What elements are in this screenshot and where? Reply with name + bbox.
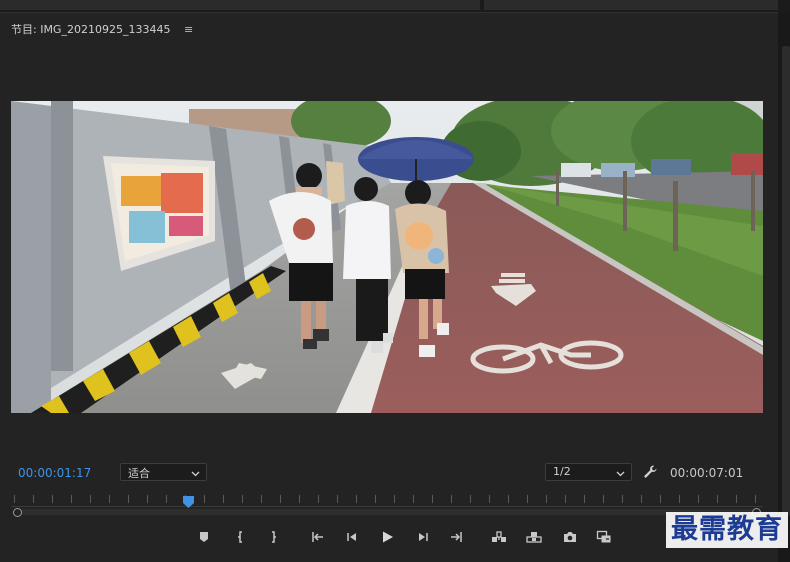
- ruler-tick: [432, 495, 433, 503]
- ruler-tick: [451, 495, 452, 503]
- ruler-tick: [318, 495, 319, 503]
- zoom-scroll-bar[interactable]: [17, 509, 757, 515]
- ruler-tick: [299, 495, 300, 503]
- ruler-tick: [717, 495, 718, 503]
- ruler-tick: [356, 495, 357, 503]
- mark-out-icon: [272, 531, 276, 543]
- ruler-tick: [508, 495, 509, 503]
- go-to-in-button[interactable]: [307, 526, 329, 548]
- play-icon: [383, 531, 393, 543]
- export-frame-button[interactable]: [559, 526, 581, 548]
- zoom-handle-start[interactable]: [13, 508, 22, 517]
- ruler-baseline: [11, 506, 763, 507]
- ruler-tick: [584, 495, 585, 503]
- overwrite-button[interactable]: [523, 526, 545, 548]
- ruler-tick: [565, 495, 566, 503]
- ruler-tick: [242, 495, 243, 503]
- panel-title-text: 节目: IMG_20210925_133445: [11, 23, 171, 36]
- video-frame: [11, 101, 763, 413]
- hamburger-icon[interactable]: ≡: [184, 23, 193, 36]
- program-viewer[interactable]: [11, 101, 763, 413]
- top-strip-segment: [484, 0, 778, 10]
- step-back-button[interactable]: [341, 526, 363, 548]
- ruler-tick: [489, 495, 490, 503]
- ruler-tick: [147, 495, 148, 503]
- step-forward-icon: [419, 533, 428, 541]
- camera-icon: [564, 532, 576, 542]
- add-marker-button[interactable]: [193, 526, 215, 548]
- ruler-tick: [622, 495, 623, 503]
- button-editor-button[interactable]: [593, 526, 615, 548]
- chevron-down-icon: [191, 468, 200, 481]
- mark-in-icon: [238, 531, 242, 543]
- go-to-in-icon: [312, 532, 323, 542]
- ruler-tick: [755, 495, 756, 503]
- mark-in-button[interactable]: [230, 526, 252, 548]
- ruler-tick: [546, 495, 547, 503]
- zoom-level-select[interactable]: 适合: [120, 463, 207, 481]
- ruler-tick: [261, 495, 262, 503]
- current-timecode[interactable]: 00:00:01:17: [18, 466, 91, 480]
- panel-title[interactable]: 节目: IMG_20210925_133445 ≡: [11, 21, 193, 37]
- ruler-tick: [375, 495, 376, 503]
- top-strip: [0, 0, 790, 12]
- ruler-tick: [128, 495, 129, 503]
- ruler-tick: [223, 495, 224, 503]
- ruler-tick: [679, 495, 680, 503]
- top-strip-segment: [0, 0, 480, 10]
- playback-resolution-value: 1/2: [553, 465, 571, 478]
- ruler-tick: [109, 495, 110, 503]
- zoom-level-value: 适合: [128, 467, 150, 480]
- ruler-tick: [166, 495, 167, 503]
- watermark: 最需教育: [666, 512, 788, 548]
- ruler-tick: [71, 495, 72, 503]
- step-forward-button[interactable]: [412, 526, 434, 548]
- play-button[interactable]: [376, 526, 398, 548]
- ruler-tick: [204, 495, 205, 503]
- ruler-tick: [33, 495, 34, 503]
- wrench-icon[interactable]: [642, 464, 658, 480]
- ruler-tick: [698, 495, 699, 503]
- overwrite-icon: [526, 532, 542, 543]
- ruler-tick: [14, 495, 15, 503]
- duration-timecode: 00:00:07:01: [670, 466, 744, 480]
- insert-button[interactable]: [488, 526, 510, 548]
- ruler-tick: [337, 495, 338, 503]
- ruler-tick: [470, 495, 471, 503]
- ruler-tick: [413, 495, 414, 503]
- playhead[interactable]: [183, 493, 194, 508]
- button-editor-icon: [596, 530, 611, 543]
- marker-icon: [200, 532, 208, 542]
- step-back-icon: [347, 533, 356, 541]
- go-to-out-button[interactable]: [445, 526, 467, 548]
- go-to-out-icon: [451, 532, 462, 542]
- transport-controls: [190, 526, 630, 548]
- playback-resolution-select[interactable]: 1/2: [545, 463, 632, 481]
- ruler-tick: [736, 495, 737, 503]
- ruler-tick: [641, 495, 642, 503]
- ruler-tick: [660, 495, 661, 503]
- mark-out-button[interactable]: [262, 526, 284, 548]
- ruler-tick: [527, 495, 528, 503]
- ruler-tick: [280, 495, 281, 503]
- insert-icon: [492, 531, 506, 542]
- ruler-tick: [603, 495, 604, 503]
- ruler-tick: [52, 495, 53, 503]
- right-scroll-column: [778, 12, 790, 562]
- time-ruler[interactable]: [11, 491, 763, 517]
- ruler-tick: [394, 495, 395, 503]
- scrollbar[interactable]: [782, 46, 790, 516]
- ruler-tick: [90, 495, 91, 503]
- chevron-down-icon: [616, 468, 625, 481]
